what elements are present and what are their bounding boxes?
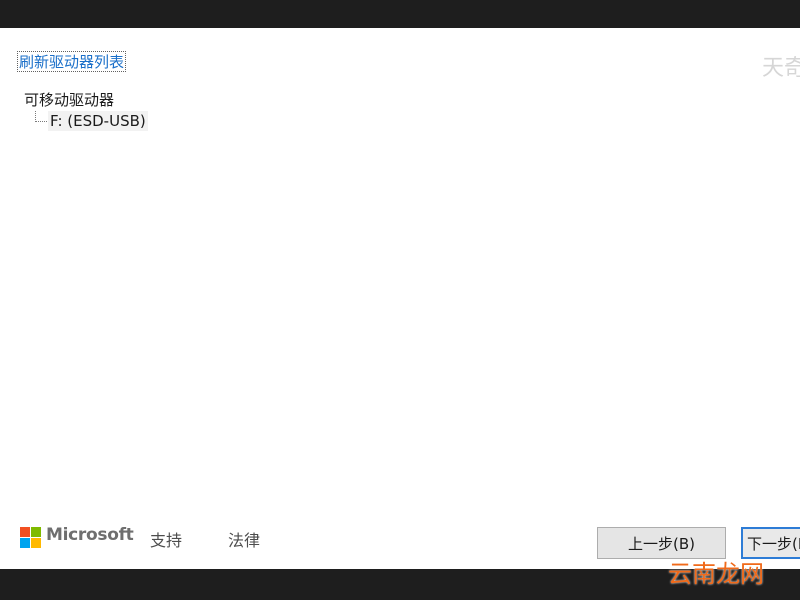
microsoft-logo-icon xyxy=(20,527,41,548)
watermark-bottom: 云南龙网 xyxy=(668,560,764,588)
refresh-drive-list-link[interactable]: 刷新驱动器列表 xyxy=(17,51,127,72)
watermark-top: 天奇 xyxy=(762,56,800,81)
microsoft-brand-text: Microsoft xyxy=(46,525,134,545)
logo-square-blue xyxy=(20,538,30,548)
logo-square-green xyxy=(31,527,41,537)
top-frame-band xyxy=(0,0,800,28)
tree-connector xyxy=(35,111,47,122)
back-button[interactable]: 上一步(B) xyxy=(597,527,726,559)
legal-link[interactable]: 法律 xyxy=(228,527,260,551)
setup-window: 刷新驱动器列表 天奇 可移动驱动器 F: (ESD-USB) Microsoft… xyxy=(0,28,800,569)
tree-root-removable-drives[interactable]: 可移动驱动器 xyxy=(24,90,114,110)
logo-square-red xyxy=(20,527,30,537)
next-button[interactable]: 下一步(N) xyxy=(741,527,800,559)
next-button-label: 下一步(N) xyxy=(747,534,800,553)
back-button-label: 上一步(B) xyxy=(628,534,695,553)
tree-item-usb-drive[interactable]: F: (ESD-USB) xyxy=(48,111,148,131)
logo-square-yellow xyxy=(31,538,41,548)
support-link[interactable]: 支持 xyxy=(150,527,182,551)
